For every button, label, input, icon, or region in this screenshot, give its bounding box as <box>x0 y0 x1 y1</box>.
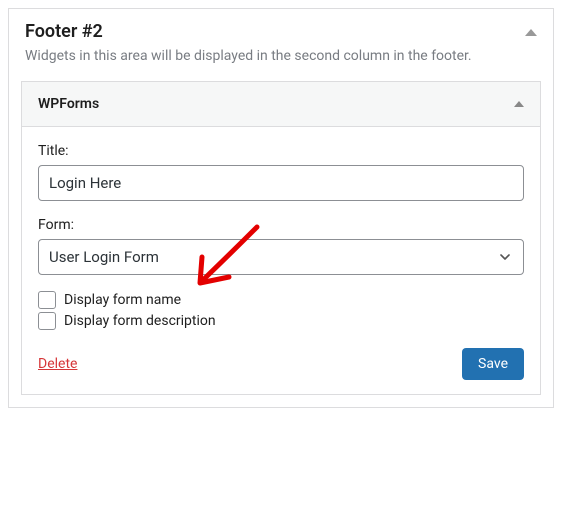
widget-area-header: Footer #2 <box>9 9 553 46</box>
widget-area-panel: Footer #2 Widgets in this area will be d… <box>8 8 554 408</box>
display-name-checkbox[interactable] <box>38 291 56 309</box>
title-input[interactable] <box>38 165 524 201</box>
widget-title: WPForms <box>38 96 99 112</box>
widget-area-title: Footer #2 <box>25 21 103 42</box>
options-group: Display form name Display form descripti… <box>38 291 524 330</box>
form-select-wrapper: User Login Form <box>38 239 524 275</box>
widget-header[interactable]: WPForms <box>22 82 540 127</box>
save-button[interactable]: Save <box>462 348 524 380</box>
widget-body: Title: Form: User Login Form Display <box>22 127 540 394</box>
form-select[interactable]: User Login Form <box>38 239 524 275</box>
form-label: Form: <box>38 217 524 233</box>
form-field-group: Form: User Login Form <box>38 217 524 275</box>
widget-actions: Delete Save <box>38 348 524 380</box>
display-desc-row: Display form description <box>38 312 524 330</box>
widget-area-description: Widgets in this area will be displayed i… <box>9 46 553 81</box>
display-desc-checkbox[interactable] <box>38 312 56 330</box>
collapse-area-icon[interactable] <box>525 29 537 36</box>
display-name-row: Display form name <box>38 291 524 309</box>
collapse-widget-icon[interactable] <box>514 101 524 107</box>
display-name-label[interactable]: Display form name <box>64 292 181 308</box>
title-label: Title: <box>38 143 524 159</box>
delete-link[interactable]: Delete <box>38 356 77 372</box>
display-desc-label[interactable]: Display form description <box>64 313 216 329</box>
widget-panel: WPForms Title: Form: User Login Form <box>21 81 541 395</box>
title-field-group: Title: <box>38 143 524 201</box>
